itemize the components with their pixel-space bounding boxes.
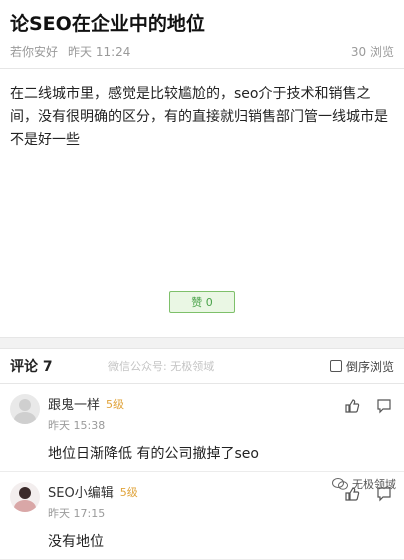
- comments-count: 评论 7: [10, 359, 53, 375]
- avatar[interactable]: [10, 394, 40, 424]
- chat-bubble-icon: [332, 478, 348, 490]
- commenter-name[interactable]: SEO小编辑: [48, 482, 114, 501]
- article-meta: 若你安好 昨天 11:24 30 浏览: [10, 43, 394, 60]
- article-body: 在二线城市里，感觉是比较尴尬的，seo介于技术和销售之间，没有很明确的区分，有的…: [10, 86, 388, 148]
- comment-actions: [344, 398, 392, 414]
- reply-icon[interactable]: [376, 398, 392, 414]
- comment-time: 昨天 17:15: [48, 507, 106, 520]
- view-count: 30 浏览: [350, 45, 394, 59]
- thumbs-up-icon[interactable]: [344, 398, 360, 414]
- watermark-text: 微信公众号: 无极领域: [108, 360, 215, 373]
- comment-item: 跟鬼一样 5级 昨天 15:38 地位日渐降低 有的公司撤掉了seo: [0, 384, 404, 472]
- comment-text: 没有地位: [48, 534, 104, 550]
- brand-label: 无极领域: [352, 478, 396, 491]
- sort-icon: [329, 360, 342, 372]
- comment-text: 地位日渐降低 有的公司撤掉了seo: [48, 446, 259, 462]
- level-badge: 5级: [119, 485, 138, 499]
- article-header: 论SEO在企业中的地位 若你安好 昨天 11:24 30 浏览: [0, 0, 404, 69]
- like-button[interactable]: 赞 0: [169, 291, 235, 313]
- sort-button[interactable]: 倒序浏览: [329, 358, 394, 375]
- sort-label: 倒序浏览: [345, 359, 394, 374]
- commenter-name[interactable]: 跟鬼一样: [48, 394, 100, 413]
- comments-bar: 评论 7 微信公众号: 无极领域 倒序浏览: [0, 349, 404, 384]
- level-badge: 5级: [106, 397, 125, 411]
- author-name[interactable]: 若你安好: [10, 43, 58, 60]
- avatar[interactable]: [10, 482, 40, 512]
- section-divider: [0, 337, 404, 349]
- post-time: 昨天 11:24: [68, 45, 131, 59]
- comment-time: 昨天 15:38: [48, 419, 106, 432]
- brand-watermark: 无极领域: [332, 476, 396, 492]
- like-area: 赞 0: [0, 291, 404, 313]
- article-title: 论SEO在企业中的地位: [10, 13, 205, 35]
